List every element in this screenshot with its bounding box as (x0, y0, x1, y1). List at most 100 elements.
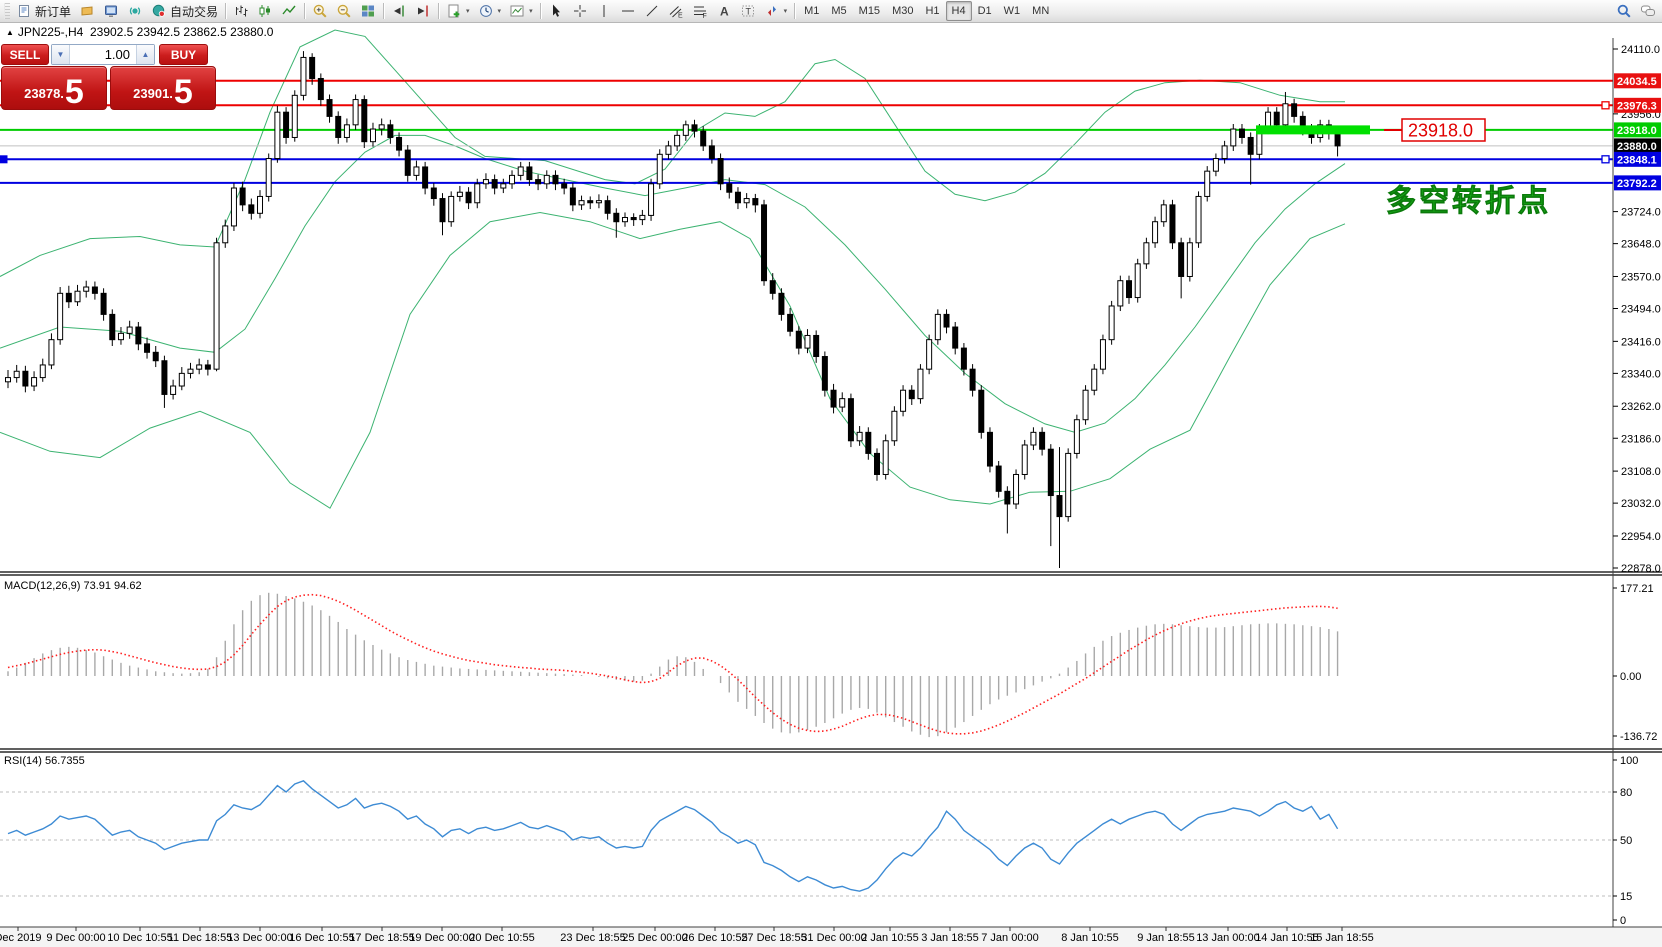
svg-text:15: 15 (1620, 891, 1632, 903)
cursor-tool-button[interactable] (544, 0, 568, 22)
vline-icon (596, 3, 612, 19)
zoom-in-button[interactable] (308, 0, 332, 22)
trendline-tool-button[interactable] (640, 0, 664, 22)
periods-menu-button[interactable]: ▾ (474, 0, 506, 22)
svg-text:100: 100 (1620, 755, 1638, 767)
svg-text:80: 80 (1620, 787, 1632, 799)
amber-icon (79, 3, 95, 19)
arrows-icon (764, 3, 780, 19)
time-axis-label: 13 Jan 00:00 (1196, 932, 1260, 944)
buy-button[interactable]: BUY (159, 44, 208, 65)
ohlc-readout: 23902.5 23942.5 23862.5 23880.0 (90, 25, 274, 39)
dropdown-caret-icon: ▾ (529, 7, 533, 15)
market-watch-button[interactable] (99, 0, 123, 22)
one-click-trading-panel: SELL ▼ ▲ BUY 23878.5 23901.5 (1, 44, 216, 110)
svg-text:23724.0: 23724.0 (1621, 207, 1661, 219)
timeframe-D1-button[interactable]: D1 (972, 1, 998, 21)
chart-canvas[interactable]: 23918.0多空转折点MACD(12,26,9) 73.91 94.62RSI… (0, 0, 1662, 947)
data-window-button[interactable] (123, 0, 147, 22)
timeframe-M15-button[interactable]: M15 (853, 1, 886, 21)
indicators-icon (446, 3, 462, 19)
timeframe-M5-button[interactable]: M5 (825, 1, 852, 21)
time-axis-label: 25 Dec 00:00 (622, 932, 687, 944)
time-axis-label: 3 Jan 18:55 (921, 932, 979, 944)
dropdown-caret-icon: ▾ (498, 7, 502, 15)
volume-decrease-button[interactable]: ▼ (52, 45, 70, 64)
time-axis-label: 11 Dec 18:55 (168, 932, 233, 944)
time-axis-label: 15 Jan 18:55 (1310, 932, 1374, 944)
fibonacci-tool-button[interactable]: F (688, 0, 712, 22)
time-axis-label: 10 Dec 10:55 (107, 932, 172, 944)
volume-increase-button[interactable]: ▲ (136, 45, 154, 64)
symbol-period-label: JPN225-,H4 (18, 25, 83, 39)
svg-text:23262.0: 23262.0 (1621, 401, 1661, 413)
time-axis-label: Dec 2019 (0, 932, 42, 944)
labelT-icon: T (740, 3, 756, 19)
svg-text:RSI(14) 56.7355: RSI(14) 56.7355 (4, 755, 85, 767)
timeframe-H1-button[interactable]: H1 (919, 1, 945, 21)
search-icon (1616, 3, 1632, 19)
timeframe-H4-button[interactable]: H4 (946, 1, 972, 21)
svg-text:23570.0: 23570.0 (1621, 271, 1661, 283)
timeframe-W1-button[interactable]: W1 (998, 1, 1027, 21)
timeframe-M30-button[interactable]: M30 (886, 1, 919, 21)
candlestick-chart-button[interactable] (253, 0, 277, 22)
svg-text:23186.0: 23186.0 (1621, 433, 1661, 445)
svg-text:E: E (678, 13, 683, 20)
channel-tool-button[interactable]: E (664, 0, 688, 22)
text-label-tool-button[interactable]: T (736, 0, 760, 22)
time-axis-label: 31 Dec 00:00 (801, 932, 866, 944)
toolbar-separator (383, 3, 384, 19)
zoomout-icon (336, 3, 352, 19)
svg-text:23880.0: 23880.0 (1617, 141, 1657, 153)
bar-chart-button[interactable] (229, 0, 253, 22)
time-axis-label: 26 Dec 10:55 (682, 932, 747, 944)
arrows-tool-button[interactable]: ▾ (760, 0, 792, 22)
timeframe-M1-button[interactable]: M1 (798, 1, 825, 21)
chart-collapse-icon[interactable]: ▲ (6, 28, 14, 37)
templates-menu-button[interactable]: ▾ (505, 0, 537, 22)
time-axis-label: 2 Jan 10:55 (861, 932, 919, 944)
vertical-line-tool-button[interactable] (592, 0, 616, 22)
sell-button[interactable]: SELL (1, 44, 49, 65)
timeframe-MN-button[interactable]: MN (1026, 1, 1055, 21)
indicators-menu-button[interactable]: ▾ (442, 0, 474, 22)
horizontal-line-tool-button[interactable] (616, 0, 640, 22)
monitor-icon (103, 3, 119, 19)
sell-price-main: 23878. (24, 81, 64, 107)
buy-price-display[interactable]: 23901.5 (110, 66, 216, 110)
tile-windows-button[interactable] (356, 0, 380, 22)
volume-input[interactable] (70, 45, 136, 64)
tiles-icon (360, 3, 376, 19)
time-axis-label: 17 Dec 18:55 (349, 932, 414, 944)
time-axis-label: 16 Dec 10:55 (289, 932, 354, 944)
text-tool-button[interactable]: A (712, 0, 736, 22)
svg-text:24110.0: 24110.0 (1621, 44, 1660, 56)
zoom-out-button[interactable] (332, 0, 356, 22)
svg-text:0.00: 0.00 (1620, 671, 1641, 683)
svg-text:177.21: 177.21 (1620, 583, 1654, 595)
line-chart-button[interactable] (277, 0, 301, 22)
community-chat-button[interactable] (1636, 0, 1660, 22)
time-axis-label: 9 Dec 00:00 (46, 932, 105, 944)
toolbar-separator (540, 3, 541, 19)
toolbar-grip (4, 3, 10, 19)
new-chart-button[interactable] (75, 0, 99, 22)
auto-trading-button[interactable]: 自动交易 (147, 0, 222, 22)
scroll-to-end-button[interactable] (387, 0, 411, 22)
sell-price-display[interactable]: 23878.5 (1, 66, 107, 110)
crosshair-tool-button[interactable] (568, 0, 592, 22)
svg-text:F: F (702, 13, 706, 19)
chart-title: ▲ JPN225-,H4 23902.5 23942.5 23862.5 2388… (6, 25, 273, 39)
search-button[interactable] (1612, 0, 1636, 22)
fibo-icon: F (692, 3, 708, 19)
chart-shift-button[interactable] (411, 0, 435, 22)
svg-text:0: 0 (1620, 915, 1626, 927)
svg-text:23918.0: 23918.0 (1408, 121, 1473, 141)
toolbar-separator (304, 3, 305, 19)
toolbar: 新订单自动交易▾▾▾EFAT▾M1M5M15M30H1H4D1W1MN (0, 0, 1662, 23)
zoomin-icon (312, 3, 328, 19)
bars-icon (233, 3, 249, 19)
new-order-button[interactable]: 新订单 (12, 0, 75, 22)
shiftauto-icon (415, 3, 431, 19)
